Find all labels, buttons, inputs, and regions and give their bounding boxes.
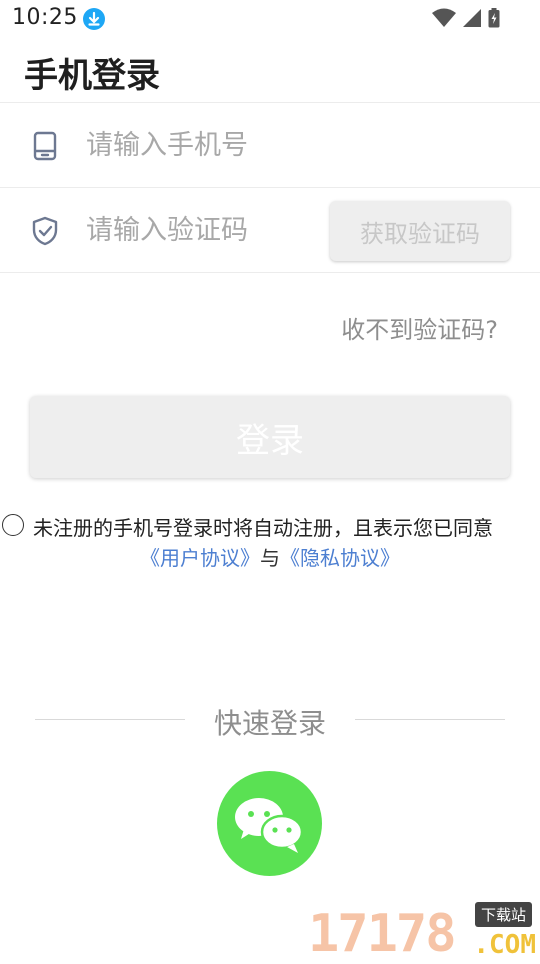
cellular-signal-icon [463,9,481,27]
phone-icon [33,131,57,161]
shield-check-icon [32,216,58,246]
page-title: 手机登录 [24,56,160,96]
wechat-icon [235,798,304,853]
wifi-icon [432,8,456,27]
user-agreement-link[interactable]: 《用户协议》 [140,546,260,570]
status-bar: 10:25 [0,0,540,38]
watermark-logo: 17178 下载站 .COM [308,900,538,964]
get-code-button[interactable]: 获取验证码 [330,201,510,261]
agreement-and-text: 与 [260,546,280,570]
agreement-checkbox[interactable] [2,514,24,536]
no-code-link[interactable]: 收不到验证码? [341,310,498,345]
code-field-row: 获取验证码 [0,188,540,272]
verification-code-input[interactable] [86,210,316,250]
download-notification-icon [83,8,105,30]
watermark-number: 17178 [308,904,457,964]
agreement-text: 未注册的手机号登录时将自动注册，且表示您已同意 [33,516,493,540]
login-button[interactable]: 登录 [30,396,510,478]
wechat-login-button[interactable] [217,771,322,876]
quick-login-title: 快速登录 [213,707,326,740]
battery-icon [488,8,500,28]
agreement-links: 《用户协议》与《隐私协议》 [0,542,540,571]
watermark-domain: .COM [473,930,536,960]
watermark-tag: 下载站 [474,902,532,927]
privacy-agreement-link[interactable]: 《隐私协议》 [280,546,400,570]
status-indicators [432,8,500,28]
phone-field-row [0,103,540,187]
phone-input[interactable] [86,125,316,165]
divider [0,272,540,273]
status-time: 10:25 [12,5,78,30]
